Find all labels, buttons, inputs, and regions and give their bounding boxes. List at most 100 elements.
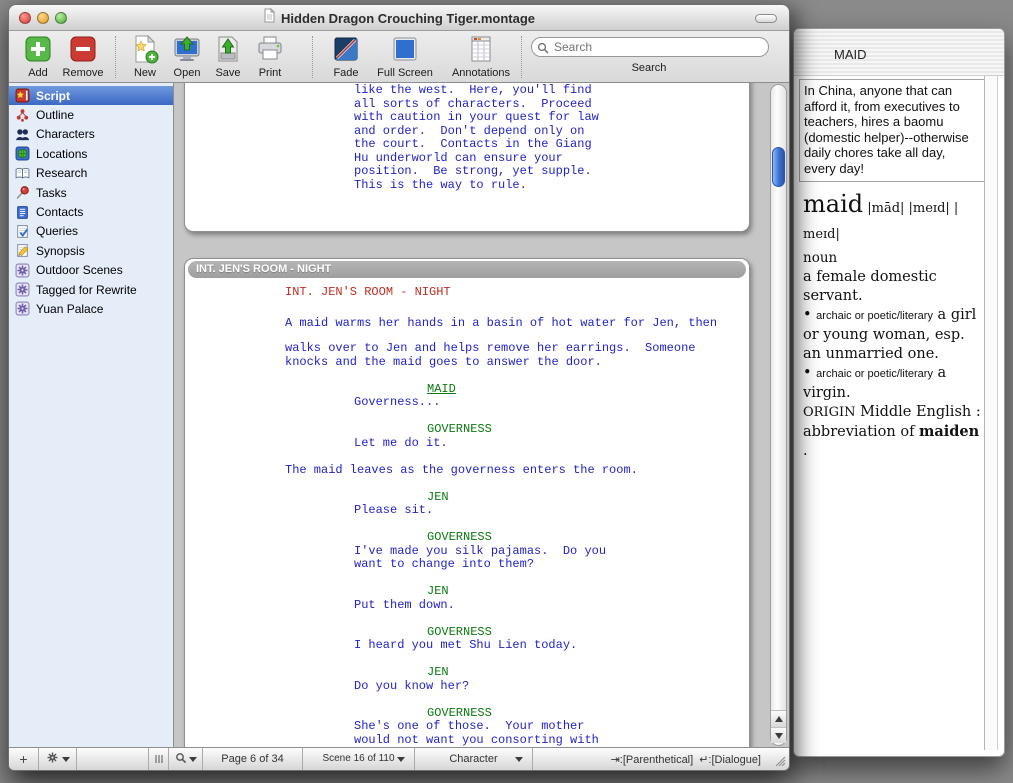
action-block[interactable]: A maid warms her hands in a basin of hot… xyxy=(285,317,749,331)
dialogue-block[interactable]: Governess... xyxy=(354,396,749,410)
sidebar-item-tagged-for-rewrite[interactable]: Tagged for Rewrite xyxy=(9,280,173,299)
script-page-card: INT. JEN'S ROOM - NIGHT INT. JEN'S ROOM … xyxy=(184,258,750,747)
dropdown-arrow-icon xyxy=(397,757,405,762)
sidebar-item-characters[interactable]: Characters xyxy=(9,125,173,144)
add-icon xyxy=(19,34,57,66)
new-label: New xyxy=(125,67,165,79)
open-button[interactable]: Open xyxy=(167,34,207,80)
view-columns-button[interactable] xyxy=(149,748,169,770)
dialogue-block[interactable]: Put them down. xyxy=(354,599,749,613)
character-cue[interactable]: GOVERNESS xyxy=(427,423,749,437)
dialogue-block[interactable]: She's one of those. Your mother would no… xyxy=(354,720,749,747)
page-label: Page 6 of 34 xyxy=(221,753,283,765)
character-cue[interactable]: GOVERNESS xyxy=(427,626,749,640)
remove-label: Remove xyxy=(59,67,107,79)
dialogue-block[interactable]: I heard you met Shu Lien today. xyxy=(354,639,749,653)
up-arrow-icon xyxy=(775,716,783,722)
dictionary-headword-line: maid |mād| |meɪd| | meɪd| xyxy=(803,192,987,247)
add-scene-button[interactable]: + xyxy=(9,748,39,770)
sidebar-item-label: Outline xyxy=(36,108,74,122)
vertical-scrollbar[interactable] xyxy=(770,84,787,746)
character-cue[interactable]: JEN xyxy=(427,666,749,680)
scroll-down-button[interactable] xyxy=(771,727,786,743)
scroll-up-button[interactable] xyxy=(771,711,786,727)
search-caption: Search xyxy=(524,62,774,74)
sidebar-item-label: Synopsis xyxy=(36,244,85,258)
character-cue[interactable]: GOVERNESS xyxy=(427,707,749,721)
print-icon xyxy=(250,34,290,66)
sidebar-item-synopsis[interactable]: Synopsis xyxy=(9,241,173,260)
print-button[interactable]: Print xyxy=(250,34,290,80)
sidebar-item-tasks[interactable]: Tasks xyxy=(9,183,173,202)
statusbar-spacer xyxy=(77,748,149,770)
sidebar-item-contacts[interactable]: Contacts xyxy=(9,202,173,221)
remove-icon xyxy=(59,34,107,66)
sidebar-item-script[interactable]: Script xyxy=(9,86,173,105)
character-cue[interactable]: JEN xyxy=(427,585,749,599)
annotations-button[interactable]: Annotations xyxy=(443,34,519,80)
resize-grip[interactable] xyxy=(771,748,789,770)
action-gear-button[interactable] xyxy=(39,748,77,770)
sidebar-item-research[interactable]: Research xyxy=(9,164,173,183)
sidebar-item-outline[interactable]: Outline xyxy=(9,105,173,124)
plus-label: + xyxy=(19,751,27,767)
character-cue[interactable]: MAID xyxy=(427,383,749,397)
sidebar-item-queries[interactable]: Queries xyxy=(9,222,173,241)
remove-button[interactable]: Remove xyxy=(59,34,107,80)
gear-icon xyxy=(46,751,59,767)
zoom-menu-button[interactable] xyxy=(169,748,203,770)
titlebar[interactable]: Hidden Dragon Crouching Tiger.montage xyxy=(9,5,789,31)
magnifier-icon xyxy=(175,752,187,767)
script-icon xyxy=(15,88,30,103)
sidebar-item-label: Queries xyxy=(36,224,78,238)
smart-folder-icon xyxy=(15,301,30,316)
sidebar-item-outdoor-scenes[interactable]: Outdoor Scenes xyxy=(9,261,173,280)
character-cue[interactable]: GOVERNESS xyxy=(427,531,749,545)
sidebar-item-label: Yuan Palace xyxy=(36,302,103,316)
scene-header-bar[interactable]: INT. JEN'S ROOM - NIGHT xyxy=(188,261,746,278)
full-screen-button[interactable]: Full Screen xyxy=(369,34,441,80)
element-type-selector[interactable]: Character xyxy=(415,748,533,770)
fade-button[interactable]: Fade xyxy=(325,34,367,80)
sidebar-item-locations[interactable]: Locations xyxy=(9,144,173,163)
action-block[interactable]: walks over to Jen and helps remove her e… xyxy=(285,342,749,369)
new-button[interactable]: New xyxy=(125,34,165,80)
usage-label: archaic or poetic/literary xyxy=(816,368,933,380)
panel-scrollbar[interactable] xyxy=(984,76,998,750)
dialogue-block[interactable]: I've made you silk pajamas. Do you want … xyxy=(354,545,749,572)
search-input[interactable] xyxy=(531,37,769,57)
contacts-icon xyxy=(15,205,30,220)
open-label: Open xyxy=(167,67,207,79)
sidebar-item-label: Outdoor Scenes xyxy=(36,263,123,277)
fade-label: Fade xyxy=(325,67,367,79)
columns-icon xyxy=(153,753,165,765)
usage-label: archaic or poetic/literary xyxy=(816,310,933,322)
toolbar-toggle-button[interactable] xyxy=(755,14,777,23)
down-arrow-icon xyxy=(775,733,783,739)
character-cue[interactable]: JEN xyxy=(427,491,749,505)
search-icon xyxy=(537,41,549,59)
action-block[interactable]: The maid leaves as the governess enters … xyxy=(285,464,749,478)
research-note-field[interactable]: In China, anyone that can afford it, fro… xyxy=(799,79,987,182)
statusbar: + Page 6 of 34 Scene 16 of 110 Character… xyxy=(9,747,789,770)
keyboard-hint: ⇥:[Parenthetical] ↵:[Dialogue] xyxy=(533,748,771,770)
element-type-label: Character xyxy=(449,753,497,765)
scrollbar-arrows xyxy=(771,710,786,743)
add-button[interactable]: Add xyxy=(19,34,57,80)
sidebar-item-yuan-palace[interactable]: Yuan Palace xyxy=(9,299,173,318)
dialogue-block[interactable]: Do you know her? xyxy=(354,680,749,694)
scrollbar-thumb[interactable] xyxy=(772,147,785,187)
dialogue-block[interactable]: like the west. Here, you'll find all sor… xyxy=(354,84,749,192)
print-label: Print xyxy=(250,67,290,79)
scene-heading[interactable]: INT. JEN'S ROOM - NIGHT xyxy=(285,286,749,300)
dialogue-block[interactable]: Let me do it. xyxy=(354,437,749,451)
scene-selector[interactable]: Scene 16 of 110 xyxy=(303,748,415,770)
dictionary-entry: maid |mād| |meɪd| | meɪd| noun a female … xyxy=(803,192,987,750)
research-panel-title: MAID xyxy=(834,47,867,62)
new-document-icon xyxy=(125,34,165,66)
dropdown-arrow-icon xyxy=(515,757,523,762)
dialogue-block[interactable]: Please sit. xyxy=(354,504,749,518)
save-button[interactable]: Save xyxy=(208,34,248,80)
window-title: Hidden Dragon Crouching Tiger.montage xyxy=(281,11,535,26)
tab-hint-label: ⇥:[Parenthetical] xyxy=(611,753,694,766)
